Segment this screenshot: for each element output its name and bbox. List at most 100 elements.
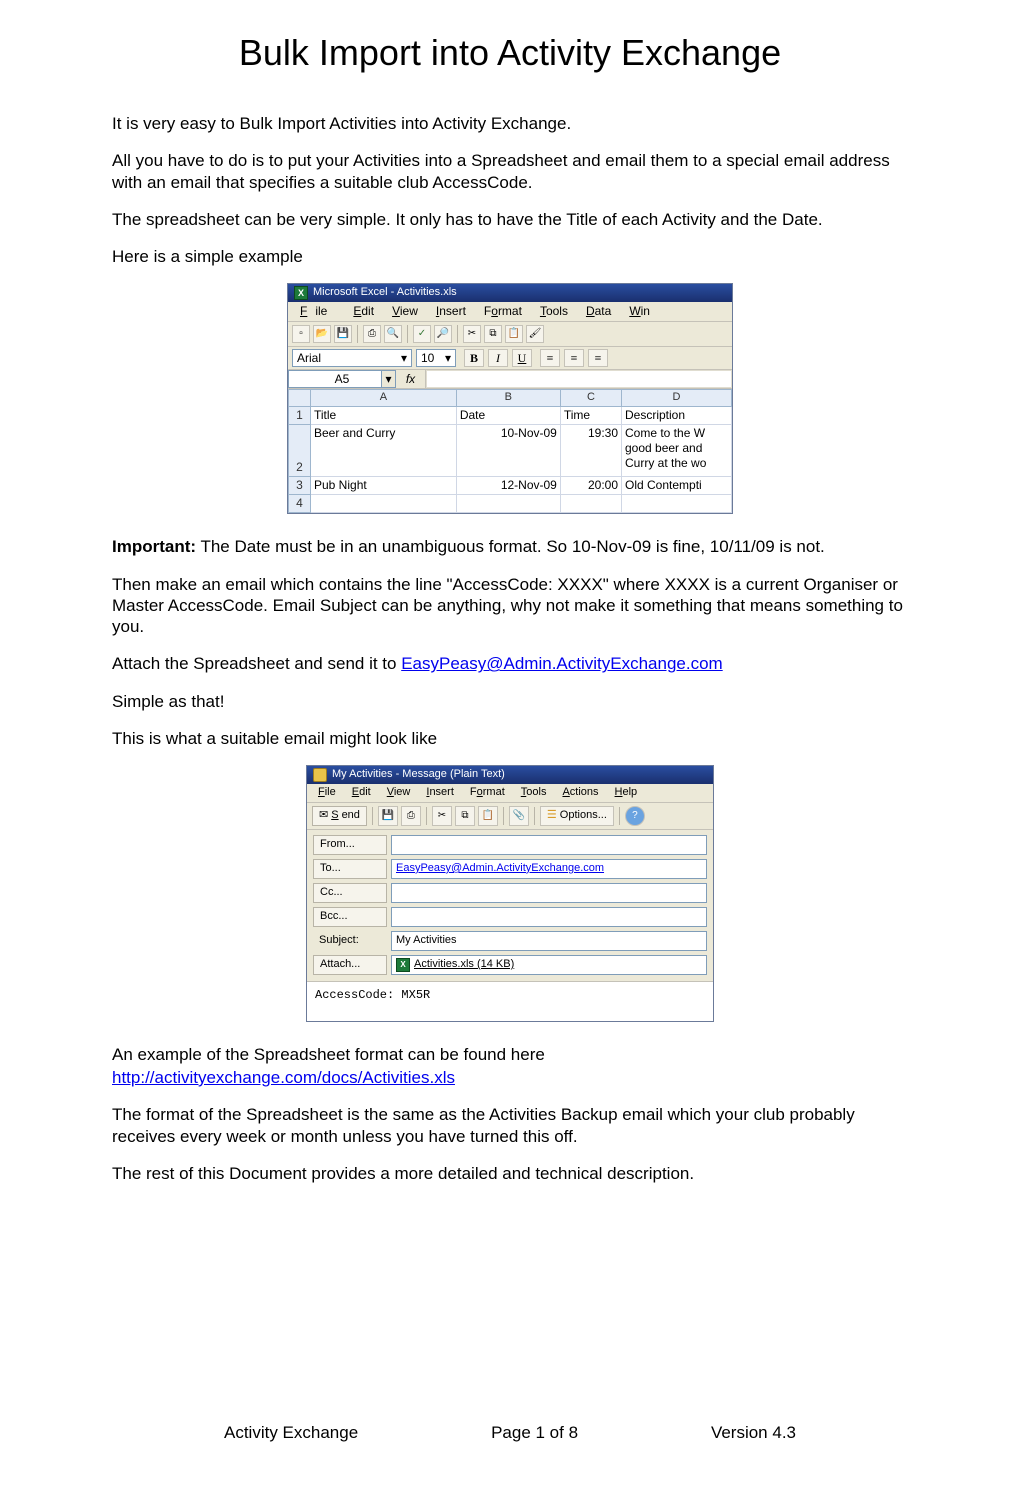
cell[interactable]: Date: [456, 407, 560, 425]
chevron-down-icon: ▾: [401, 351, 407, 366]
menu-insert[interactable]: Insert: [419, 785, 461, 801]
cut-icon[interactable]: ✂: [463, 325, 481, 343]
footer-left: Activity Exchange: [224, 1422, 358, 1443]
bold-button[interactable]: B: [464, 349, 484, 367]
bcc-field[interactable]: [391, 907, 707, 927]
menu-tools[interactable]: Tools: [514, 785, 554, 801]
copy-icon[interactable]: ⧉: [484, 325, 502, 343]
research-icon[interactable]: 🔎: [434, 325, 452, 343]
mail-body[interactable]: AccessCode: MX5R: [307, 981, 713, 1021]
from-field[interactable]: [391, 835, 707, 855]
cell[interactable]: 10-Nov-09: [456, 425, 560, 477]
attach-field[interactable]: X Activities.xls (14 KB): [391, 955, 707, 975]
to-field[interactable]: EasyPeasy@Admin.ActivityExchange.com: [391, 859, 707, 879]
excel-window-title: Microsoft Excel - Activities.xls: [313, 286, 457, 300]
save-icon[interactable]: 💾: [378, 806, 398, 826]
row-header[interactable]: 3: [289, 477, 311, 495]
paste-icon[interactable]: 📋: [478, 806, 498, 826]
row-header[interactable]: 2: [289, 425, 311, 477]
mail-app-icon: [313, 768, 327, 782]
page-title: Bulk Import into Activity Exchange: [112, 30, 908, 75]
cell[interactable]: Description: [622, 407, 732, 425]
cell[interactable]: [456, 495, 560, 513]
italic-button[interactable]: I: [488, 349, 508, 367]
font-size-selector[interactable]: 10 ▾: [416, 349, 456, 367]
xls-link[interactable]: http://activityexchange.com/docs/Activit…: [112, 1068, 455, 1087]
menu-edit[interactable]: Edit: [345, 785, 378, 801]
name-box[interactable]: A5 ▾: [288, 370, 396, 388]
save-icon[interactable]: 💾: [334, 325, 352, 343]
cell[interactable]: [622, 495, 732, 513]
cell[interactable]: Beer and Curry: [311, 425, 457, 477]
paragraph: Then make an email which contains the li…: [112, 574, 908, 638]
paragraph: The spreadsheet can be very simple. It o…: [112, 209, 908, 230]
new-icon[interactable]: ▫: [292, 325, 310, 343]
align-center-button[interactable]: ≡: [564, 349, 584, 367]
row-header[interactable]: 4: [289, 495, 311, 513]
cell[interactable]: 19:30: [560, 425, 621, 477]
options-button[interactable]: ☰ Options...: [540, 806, 614, 826]
cell[interactable]: Title: [311, 407, 457, 425]
format-painter-icon[interactable]: 🖌: [526, 325, 544, 343]
menu-view[interactable]: View: [384, 303, 426, 320]
underline-button[interactable]: U: [512, 349, 532, 367]
col-header[interactable]: D: [622, 390, 732, 407]
col-header[interactable]: A: [311, 390, 457, 407]
font-selector[interactable]: Arial ▾: [292, 349, 412, 367]
menu-file[interactable]: File: [292, 303, 343, 320]
from-button[interactable]: From...: [313, 835, 387, 855]
bcc-button[interactable]: Bcc...: [313, 907, 387, 927]
menu-file[interactable]: File: [311, 785, 343, 801]
cell[interactable]: Old Contempti: [622, 477, 732, 495]
menu-data[interactable]: Data: [578, 303, 619, 320]
attach-button[interactable]: Attach...: [313, 955, 387, 975]
formula-bar[interactable]: [426, 370, 732, 388]
preview-icon[interactable]: 🔍: [384, 325, 402, 343]
paragraph: All you have to do is to put your Activi…: [112, 150, 908, 193]
cc-field[interactable]: [391, 883, 707, 903]
separator: [407, 325, 408, 343]
paste-icon[interactable]: 📋: [505, 325, 523, 343]
row-header[interactable]: 1: [289, 407, 311, 425]
paragraph: Attach the Spreadsheet and send it to Ea…: [112, 653, 908, 674]
help-icon[interactable]: ?: [625, 806, 645, 826]
cell[interactable]: Come to the W good beer and Curry at the…: [622, 425, 732, 477]
send-button[interactable]: ✉ Send: [312, 806, 367, 826]
print-icon[interactable]: ⎙: [401, 806, 421, 826]
menu-window[interactable]: Win: [621, 303, 658, 320]
cell[interactable]: [560, 495, 621, 513]
menu-insert[interactable]: Insert: [428, 303, 474, 320]
attach-icon[interactable]: 📎: [509, 806, 529, 826]
excel-app-icon: X: [294, 286, 308, 300]
to-button[interactable]: To...: [313, 859, 387, 879]
col-header[interactable]: B: [456, 390, 560, 407]
cut-icon[interactable]: ✂: [432, 806, 452, 826]
col-header[interactable]: C: [560, 390, 621, 407]
email-link[interactable]: EasyPeasy@Admin.ActivityExchange.com: [401, 654, 723, 673]
cell[interactable]: 12-Nov-09: [456, 477, 560, 495]
menu-edit[interactable]: Edit: [345, 303, 382, 320]
open-icon[interactable]: 📂: [313, 325, 331, 343]
select-all-corner[interactable]: [289, 390, 311, 407]
menu-format[interactable]: Format: [476, 303, 530, 320]
menu-tools[interactable]: Tools: [532, 303, 576, 320]
paragraph: The rest of this Document provides a mor…: [112, 1163, 908, 1184]
spell-icon[interactable]: ✓: [413, 325, 431, 343]
menu-actions[interactable]: Actions: [555, 785, 605, 801]
align-left-button[interactable]: ≡: [540, 349, 560, 367]
paragraph: http://activityexchange.com/docs/Activit…: [112, 1067, 908, 1088]
separator: [457, 325, 458, 343]
print-icon[interactable]: ⎙: [363, 325, 381, 343]
cell[interactable]: Pub Night: [311, 477, 457, 495]
cc-button[interactable]: Cc...: [313, 883, 387, 903]
cell[interactable]: Time: [560, 407, 621, 425]
menu-view[interactable]: View: [380, 785, 418, 801]
menu-format[interactable]: Format: [463, 785, 512, 801]
copy-icon[interactable]: ⧉: [455, 806, 475, 826]
align-right-button[interactable]: ≡: [588, 349, 608, 367]
cell[interactable]: [311, 495, 457, 513]
cell[interactable]: 20:00: [560, 477, 621, 495]
subject-field[interactable]: My Activities: [391, 931, 707, 951]
menu-help[interactable]: Help: [608, 785, 645, 801]
excel-grid: A B C D 1 Title Date Time Description 2 …: [288, 389, 732, 513]
